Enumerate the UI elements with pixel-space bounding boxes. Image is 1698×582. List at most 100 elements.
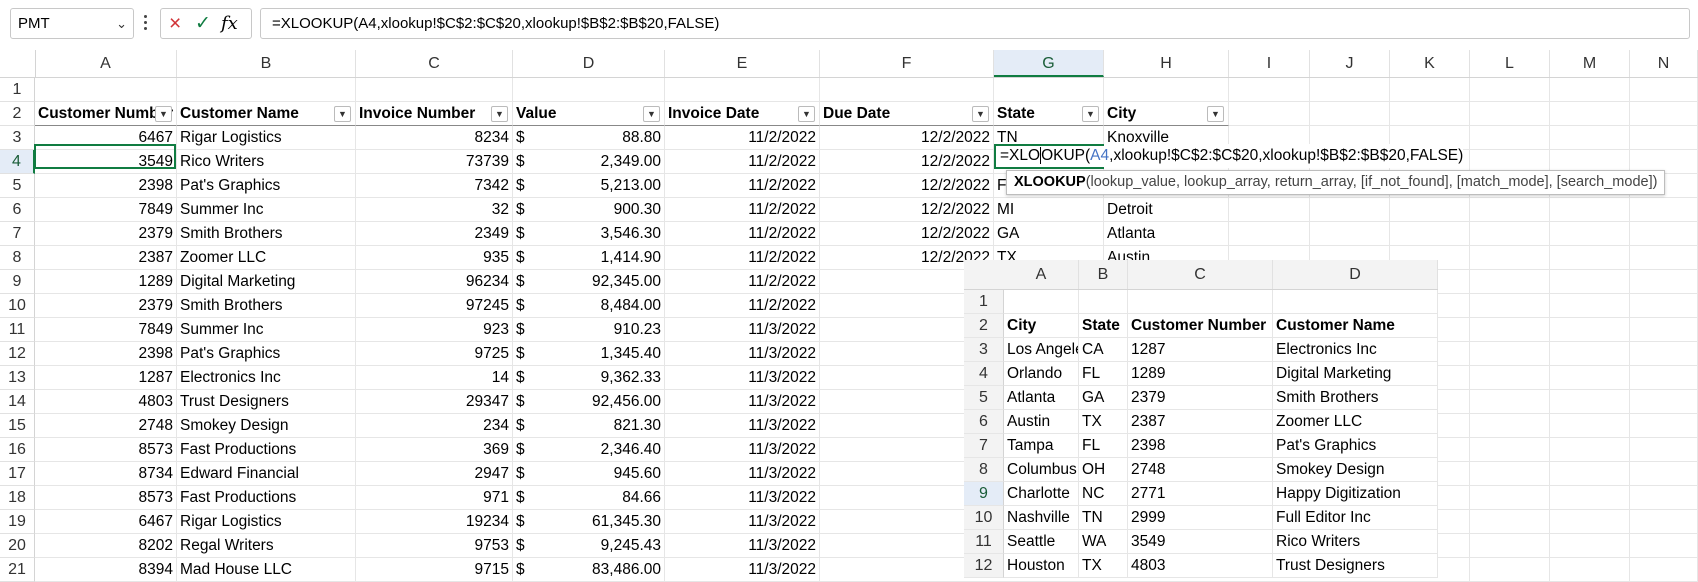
cell[interactable] bbox=[1550, 270, 1630, 294]
cell-b7[interactable]: Smith Brothers bbox=[177, 222, 356, 246]
cell[interactable] bbox=[1630, 102, 1698, 126]
row-header-10[interactable]: 10 bbox=[0, 294, 35, 318]
cell-c12[interactable]: 9725 bbox=[356, 342, 513, 366]
cell-b4[interactable]: Rico Writers bbox=[177, 150, 356, 174]
cell[interactable] bbox=[1550, 126, 1630, 150]
cell-e17[interactable]: 11/3/2022 bbox=[665, 462, 820, 486]
header-cell-c[interactable]: Invoice Number bbox=[356, 102, 513, 126]
cell-d7[interactable]: $3,546.30 bbox=[513, 222, 665, 246]
cell-b9[interactable]: Digital Marketing bbox=[177, 270, 356, 294]
cell-b10[interactable]: Smith Brothers bbox=[177, 294, 356, 318]
cell[interactable] bbox=[1229, 102, 1310, 126]
cell-d14[interactable]: $92,456.00 bbox=[513, 390, 665, 414]
cell[interactable] bbox=[1550, 222, 1630, 246]
cell-e6[interactable]: 11/2/2022 bbox=[665, 198, 820, 222]
column-header-c[interactable]: C bbox=[356, 50, 513, 77]
cell-d16[interactable]: $2,346.40 bbox=[513, 438, 665, 462]
cell-b21[interactable]: Mad House LLC bbox=[177, 558, 356, 582]
cell[interactable] bbox=[1310, 102, 1390, 126]
cell-e9[interactable]: 11/2/2022 bbox=[665, 270, 820, 294]
cell-c8[interactable]: 935 bbox=[356, 246, 513, 270]
cell-a10[interactable]: 2379 bbox=[35, 294, 177, 318]
cell-h7[interactable]: Atlanta bbox=[1104, 222, 1229, 246]
column-header-f[interactable]: F bbox=[820, 50, 994, 77]
cell[interactable] bbox=[1229, 222, 1310, 246]
column-header-d[interactable]: D bbox=[513, 50, 665, 77]
cell-d17[interactable]: $945.60 bbox=[513, 462, 665, 486]
filter-dropdown-icon[interactable]: ▼ bbox=[1082, 106, 1099, 122]
cell-d6[interactable]: $900.30 bbox=[513, 198, 665, 222]
cell-a11[interactable]: 7849 bbox=[35, 318, 177, 342]
cell[interactable] bbox=[1630, 78, 1698, 102]
cell-a12[interactable]: 2398 bbox=[35, 342, 177, 366]
cell[interactable] bbox=[1470, 366, 1550, 390]
cell-c16[interactable]: 369 bbox=[356, 438, 513, 462]
cell-d18[interactable]: $84.66 bbox=[513, 486, 665, 510]
filter-dropdown-icon[interactable]: ▼ bbox=[972, 106, 989, 122]
cell[interactable] bbox=[1470, 198, 1550, 222]
header-cell-f[interactable]: Due Date bbox=[820, 102, 994, 126]
cell[interactable] bbox=[1470, 510, 1550, 534]
column-header-m[interactable]: M bbox=[1550, 50, 1630, 77]
cell[interactable] bbox=[1550, 102, 1630, 126]
more-options-icon[interactable] bbox=[143, 13, 149, 35]
cell[interactable] bbox=[1390, 102, 1470, 126]
cell-editor-g4[interactable]: =XLOOKUP(A4,xlookup!$C$2:$C$20,xlookup!$… bbox=[996, 144, 1464, 168]
header-cell-e[interactable]: Invoice Date bbox=[665, 102, 820, 126]
cell-e8[interactable]: 11/2/2022 bbox=[665, 246, 820, 270]
cell-c3[interactable]: 8234 bbox=[356, 126, 513, 150]
row-header-11[interactable]: 11 bbox=[0, 318, 35, 342]
cell[interactable] bbox=[1630, 510, 1698, 534]
row-header-17[interactable]: 17 bbox=[0, 462, 35, 486]
cell-e20[interactable]: 11/3/2022 bbox=[665, 534, 820, 558]
cell[interactable] bbox=[1630, 534, 1698, 558]
cell-b13[interactable]: Electronics Inc bbox=[177, 366, 356, 390]
cell-e21[interactable]: 11/3/2022 bbox=[665, 558, 820, 582]
cell[interactable] bbox=[1390, 222, 1470, 246]
cell-c7[interactable]: 2349 bbox=[356, 222, 513, 246]
cell[interactable] bbox=[1470, 414, 1550, 438]
cell-b6[interactable]: Summer Inc bbox=[177, 198, 356, 222]
cell[interactable] bbox=[1470, 294, 1550, 318]
cell-b14[interactable]: Trust Designers bbox=[177, 390, 356, 414]
row-header-8[interactable]: 8 bbox=[0, 246, 35, 270]
cell[interactable] bbox=[1470, 222, 1550, 246]
cell[interactable] bbox=[1104, 78, 1229, 102]
cell-a6[interactable]: 7849 bbox=[35, 198, 177, 222]
column-header-k[interactable]: K bbox=[1390, 50, 1470, 77]
cell-d9[interactable]: $92,345.00 bbox=[513, 270, 665, 294]
cell[interactable] bbox=[1630, 222, 1698, 246]
cell[interactable] bbox=[1630, 486, 1698, 510]
cell-e7[interactable]: 11/2/2022 bbox=[665, 222, 820, 246]
row-header-16[interactable]: 16 bbox=[0, 438, 35, 462]
row-header-20[interactable]: 20 bbox=[0, 534, 35, 558]
cell-f7[interactable]: 12/2/2022 bbox=[820, 222, 994, 246]
cell[interactable] bbox=[1630, 558, 1698, 582]
cell[interactable] bbox=[1630, 270, 1698, 294]
insert-function-icon[interactable]: fx bbox=[221, 12, 238, 36]
cell[interactable] bbox=[820, 78, 994, 102]
cell-d3[interactable]: $88.80 bbox=[513, 126, 665, 150]
cell[interactable] bbox=[1310, 78, 1390, 102]
cell[interactable] bbox=[1470, 390, 1550, 414]
cell[interactable] bbox=[1550, 246, 1630, 270]
cell-f5[interactable]: 12/2/2022 bbox=[820, 174, 994, 198]
formula-input[interactable]: =XLOOKUP(A4,xlookup!$C$2:$C$20,xlookup!$… bbox=[260, 8, 1690, 39]
cell-a5[interactable]: 2398 bbox=[35, 174, 177, 198]
cell-e11[interactable]: 11/3/2022 bbox=[665, 318, 820, 342]
cell[interactable] bbox=[1470, 534, 1550, 558]
cell-d20[interactable]: $9,245.43 bbox=[513, 534, 665, 558]
cell-a15[interactable]: 2748 bbox=[35, 414, 177, 438]
cell-d12[interactable]: $1,345.40 bbox=[513, 342, 665, 366]
cell[interactable] bbox=[1550, 198, 1630, 222]
row-header-4[interactable]: 4 bbox=[0, 150, 35, 174]
cell-e5[interactable]: 11/2/2022 bbox=[665, 174, 820, 198]
cell-e12[interactable]: 11/3/2022 bbox=[665, 342, 820, 366]
cell[interactable] bbox=[1630, 246, 1698, 270]
name-box[interactable]: PMT ⌄ bbox=[10, 8, 134, 39]
cell[interactable] bbox=[1470, 438, 1550, 462]
row-header-3[interactable]: 3 bbox=[0, 126, 35, 150]
row-header-15[interactable]: 15 bbox=[0, 414, 35, 438]
tooltip-function-name[interactable]: XLOOKUP bbox=[1014, 174, 1086, 190]
cell-b12[interactable]: Pat's Graphics bbox=[177, 342, 356, 366]
